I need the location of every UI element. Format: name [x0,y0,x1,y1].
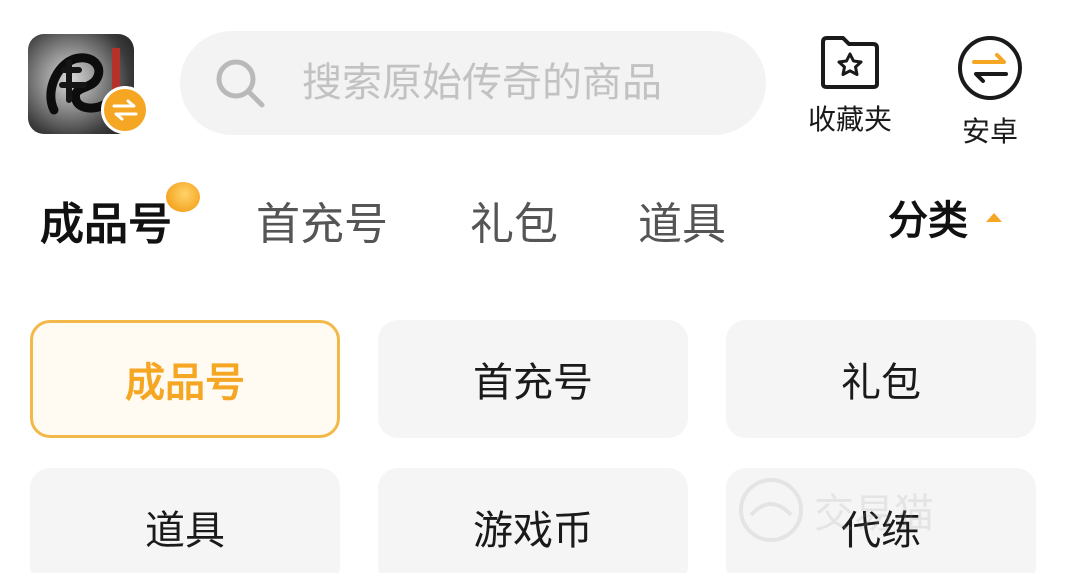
tab-first-recharge[interactable]: 首充号 [256,188,388,252]
caret-up-icon [986,213,1002,222]
category-toggle-button[interactable]: 分类 [888,188,1004,246]
search-icon [216,59,265,108]
grid-item-gift-pack[interactable]: 礼包 [726,320,1036,438]
search-bar[interactable] [180,31,766,135]
page: 收藏夹 安卓 成品号 首充号 礼包 道具 分类 成品号 首充号 礼包 道具 游戏… [0,0,1073,573]
android-label: 安卓 [961,115,1018,148]
category-label: 分类 [888,198,968,244]
favorites-button[interactable]: 收藏夹 [808,34,892,138]
switch-game-badge[interactable] [101,86,149,134]
tab-gift-pack[interactable]: 礼包 [470,188,558,252]
grid-item-items[interactable]: 道具 [30,468,340,573]
android-platform-button[interactable]: 安卓 [956,34,1024,150]
platform-switch-icon [958,36,1022,100]
tab-finished-account[interactable]: 成品号 [40,188,172,252]
tab-highlight-dot [166,182,200,212]
favorites-label: 收藏夹 [808,103,893,136]
grid-item-game-currency[interactable]: 游戏币 [378,468,688,573]
tab-overflow-fade [800,185,870,245]
grid-item-finished-account[interactable]: 成品号 [30,320,340,438]
swap-arrows-icon [112,99,138,121]
grid-item-first-recharge[interactable]: 首充号 [378,320,688,438]
grid-item-boosting[interactable]: 代练 [726,468,1036,573]
folder-star-icon [821,36,879,89]
tab-items[interactable]: 道具 [638,188,726,252]
search-input[interactable] [300,59,704,107]
